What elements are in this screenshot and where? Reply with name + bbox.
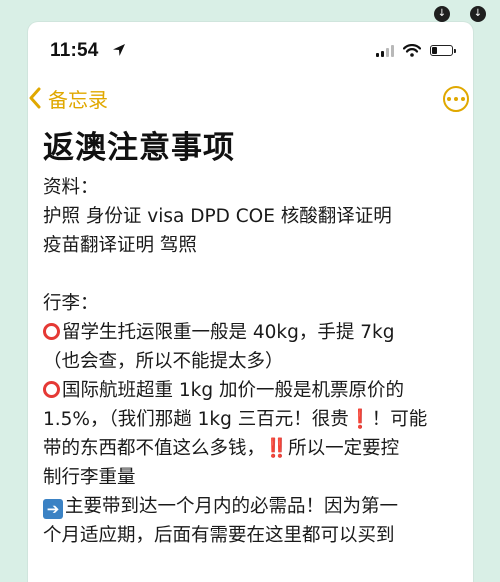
nav-bar: 备忘录: [28, 78, 473, 118]
circle-mark-icon: [43, 381, 60, 398]
corner-badge-icon: ↓: [434, 6, 450, 22]
signal-icon: [376, 44, 394, 57]
note-line: 护照 身份证 visa DPD COE 核酸翻译证明: [43, 206, 392, 227]
back-button[interactable]: 备忘录: [28, 78, 108, 118]
note-line: 带的东西都不值这么多钱，‼️所以一定要控: [43, 438, 400, 459]
note-line: 疫苗翻译证明 驾照: [43, 235, 197, 256]
status-bar: 11:54: [28, 22, 473, 78]
circle-mark-icon: [43, 323, 60, 340]
status-indicators: [376, 44, 456, 57]
location-arrow-icon: [113, 44, 125, 56]
note-body[interactable]: 返澳注意事项 资料： 护照 身份证 visa DPD COE 核酸翻译证明 疫苗…: [28, 122, 473, 550]
battery-icon: [430, 45, 456, 56]
note-line: 行李：: [43, 293, 99, 314]
note-line: ➔ 主要带到达一个月内的必需品！因为第一: [43, 492, 457, 521]
back-label: 备忘录: [48, 87, 108, 112]
note-line: 留学生托运限重一般是 40kg，手提 7kg: [43, 318, 457, 347]
corner-icons: ↓ ↓: [434, 6, 486, 22]
status-time: 11:54: [50, 40, 99, 61]
note-line: 1.5%，（我们那趟 1kg 三百元！很贵❗！可能: [43, 409, 428, 430]
phone-screen: 11:54 备忘录 返澳注意事项 资料： 护照 身份证 visa DPD COE…: [28, 22, 473, 582]
corner-badge-icon: ↓: [470, 6, 486, 22]
note-line: 国际航班超重 1kg 加价一般是机票原价的: [43, 376, 457, 405]
note-line: 制行李重量: [43, 467, 136, 488]
double-exclamation-icon: ‼️: [265, 438, 289, 459]
note-line: （也会查，所以不能提太多）: [43, 351, 284, 372]
more-icon: [447, 97, 451, 101]
chevron-left-icon: [29, 87, 41, 109]
arrow-right-icon: ➔: [43, 499, 63, 519]
note-blank-line: [43, 260, 457, 289]
exclamation-icon: ❗: [348, 409, 372, 430]
wifi-icon: [403, 44, 421, 57]
note-title: 返澳注意事项: [43, 130, 235, 166]
more-button[interactable]: [443, 86, 469, 112]
note-line: 个月适应期，后面有需要在这里都可以买到: [43, 525, 395, 546]
note-line: 资料：: [43, 177, 99, 198]
